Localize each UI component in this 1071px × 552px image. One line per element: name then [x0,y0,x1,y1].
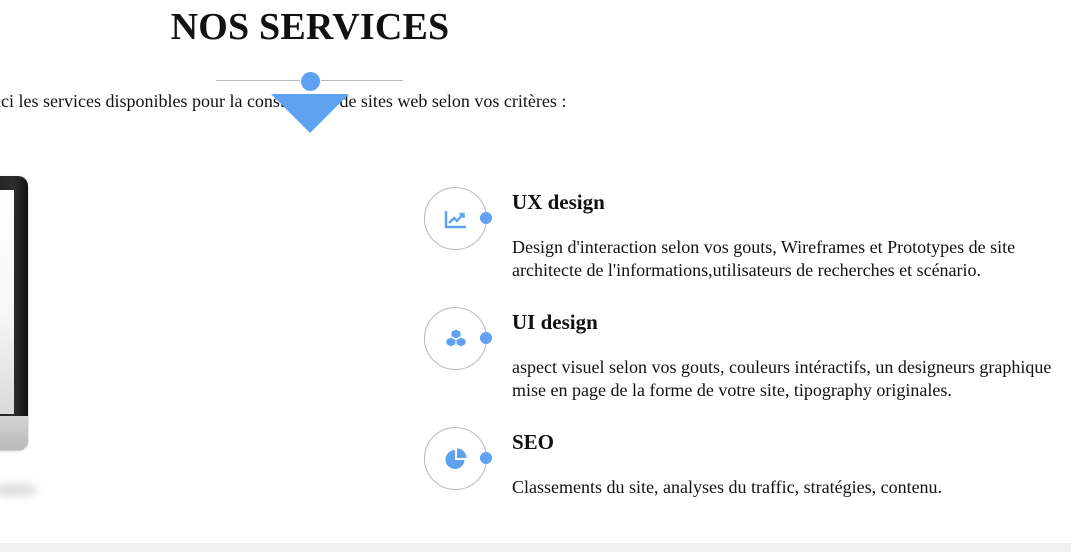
divider-line-right [321,80,403,81]
divider-line-left [216,80,300,81]
service-dot [480,212,492,224]
service-seo: SEO Classements du site, analyses du tra… [424,426,1071,536]
service-dot [480,452,492,464]
service-ux-design: UX design Design d'interaction selon vos… [424,186,1071,296]
service-description: aspect visuel selon vos gouts, couleurs … [512,356,1051,402]
service-title: UI design [512,310,598,334]
footer-band [0,543,1071,552]
service-title: SEO [512,430,555,454]
monitor-image [0,176,28,450]
service-description-line: architecte de l'informations,utilisateur… [512,260,982,280]
service-icon-circle [424,427,487,490]
service-title: UX design [512,190,605,214]
service-dot [480,332,492,344]
monitor-shadow [0,483,38,497]
service-description-line: mise en page de la forme de votre site, … [512,380,952,400]
line-chart-icon [444,211,466,229]
service-description-line: aspect visuel selon vos gouts, couleurs … [512,357,1052,377]
section-title: NOS SERVICES [170,6,450,48]
service-icon-circle [424,187,487,250]
monitor-chin [0,416,28,450]
service-ui-design: UI design aspect visuel selon vos gouts,… [424,306,1071,416]
service-description: Design d'interaction selon vos gouts, Wi… [512,236,1015,282]
cubes-icon [445,328,467,348]
pie-chart-icon [445,448,467,469]
service-description: Classements du site, analyses du traffic… [512,476,942,499]
service-description-line: Classements du site, analyses du traffic… [512,477,943,497]
down-arrow-icon [271,94,349,133]
service-icon-circle [424,307,487,370]
monitor-screen [0,190,14,414]
service-description-line: Design d'interaction selon vos gouts, Wi… [512,237,1016,257]
